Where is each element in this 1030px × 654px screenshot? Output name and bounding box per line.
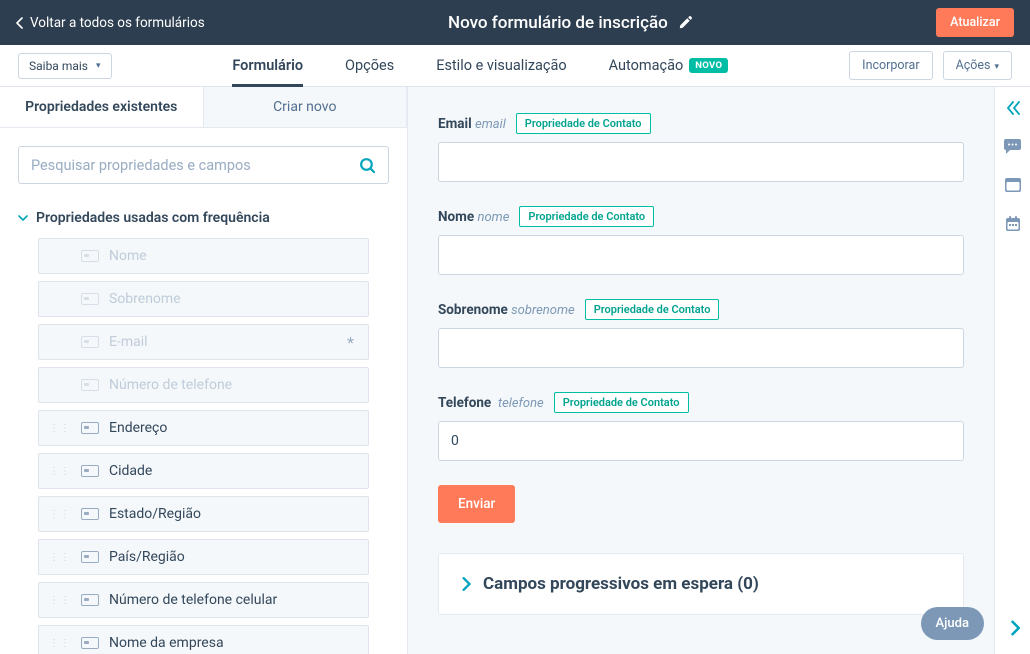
- tab-form[interactable]: Formulário: [232, 45, 303, 87]
- collapse-icon[interactable]: [1005, 101, 1021, 115]
- property-label: Nome da empresa: [109, 635, 224, 651]
- chevron-right-icon: [461, 577, 471, 591]
- back-label: Voltar a todos os formulários: [30, 15, 205, 31]
- property-label: Estado/Região: [109, 506, 201, 522]
- text-field-icon: [81, 250, 99, 262]
- learn-more-label: Saiba mais: [29, 59, 88, 73]
- firstname-input[interactable]: [438, 235, 964, 275]
- search-wrap: [0, 128, 407, 202]
- property-label: Nome: [109, 248, 147, 264]
- field-label: Nome nome: [438, 209, 509, 225]
- progressive-fields-panel[interactable]: Campos progressivos em espera (0): [438, 553, 964, 615]
- tab-existing-properties[interactable]: Propriedades existentes: [0, 87, 203, 128]
- property-item[interactable]: ⋮⋮ Nome da empresa: [38, 625, 369, 654]
- field-lastname: Sobrenome sobrenome Propriedade de Conta…: [438, 299, 964, 368]
- property-label: Número de telefone: [109, 377, 232, 393]
- chevron-left-icon: [16, 17, 24, 29]
- property-label: Número de telefone celular: [109, 592, 277, 608]
- property-label: Endereço: [109, 420, 167, 436]
- text-field-icon: [81, 336, 99, 348]
- contact-property-badge: Propriedade de Contato: [516, 113, 651, 134]
- chevron-right-icon[interactable]: [1010, 620, 1020, 636]
- tab-options[interactable]: Opções: [345, 45, 394, 87]
- text-field-icon: [81, 594, 99, 606]
- drag-handle-icon: ⋮⋮: [49, 426, 71, 431]
- novo-badge: NOVO: [689, 58, 728, 73]
- search-input[interactable]: [31, 157, 359, 174]
- tab-style[interactable]: Estilo e visualização: [436, 45, 566, 87]
- property-list: ⋮⋮ Nome ⋮⋮ Sobrenome ⋮⋮ E-mail ⋮⋮ Número de…: [0, 238, 407, 654]
- search-icon[interactable]: [359, 157, 376, 174]
- search-box: [18, 146, 389, 184]
- title-wrap: Novo formulário de inscrição: [205, 13, 936, 33]
- chevron-down-icon: [18, 213, 28, 223]
- section-frequently-used[interactable]: Propriedades usadas com frequência: [0, 202, 407, 238]
- calendar-icon[interactable]: [1005, 216, 1021, 232]
- lastname-input[interactable]: [438, 328, 964, 368]
- field-label: Email email: [438, 116, 506, 132]
- text-field-icon: [81, 379, 99, 391]
- text-field-icon: [81, 551, 99, 563]
- sub-tabs: Propriedades existentes Criar novo: [0, 87, 407, 128]
- pencil-icon[interactable]: [678, 15, 693, 30]
- drag-handle-icon: ⋮⋮: [49, 512, 71, 517]
- main-nav: Saiba mais ▾ Formulário Opções Estilo e …: [0, 45, 1030, 87]
- property-item[interactable]: ⋮⋮ Estado/Região: [38, 496, 369, 532]
- tab-automation[interactable]: Automação NOVO: [609, 45, 729, 87]
- property-item[interactable]: ⋮⋮ Endereço: [38, 410, 369, 446]
- text-field-icon: [81, 465, 99, 477]
- form-canvas: Email email Propriedade de Contato Nome …: [408, 87, 994, 654]
- app-header: Voltar a todos os formulários Novo formu…: [0, 0, 1030, 45]
- embed-button[interactable]: Incorporar: [849, 51, 932, 80]
- section-title: Propriedades usadas com frequência: [36, 210, 270, 226]
- main-tabs: Formulário Opções Estilo e visualização …: [112, 45, 850, 87]
- contact-property-badge: Propriedade de Contato: [585, 299, 720, 320]
- actions-dropdown[interactable]: Ações▾: [943, 51, 1012, 80]
- field-email: Email email Propriedade de Contato: [438, 113, 964, 182]
- phone-input[interactable]: [438, 421, 964, 461]
- page-title: Novo formulário de inscrição: [448, 13, 668, 33]
- help-button[interactable]: Ajuda: [921, 607, 984, 640]
- property-label: Sobrenome: [109, 291, 181, 307]
- tab-create-new[interactable]: Criar novo: [203, 87, 408, 128]
- contact-property-badge: Propriedade de Contato: [519, 206, 654, 227]
- learn-more-dropdown[interactable]: Saiba mais ▾: [18, 53, 112, 79]
- nav-right-actions: Incorporar Ações▾: [849, 51, 1012, 80]
- caret-down-icon: ▾: [96, 61, 101, 71]
- field-firstname: Nome nome Propriedade de Contato: [438, 206, 964, 275]
- property-item[interactable]: ⋮⋮ País/Região: [38, 539, 369, 575]
- property-label: E-mail: [109, 334, 148, 350]
- property-label: Cidade: [109, 463, 152, 479]
- chat-icon[interactable]: [1004, 139, 1021, 154]
- contact-property-badge: Propriedade de Contato: [554, 392, 689, 413]
- left-panel: Propriedades existentes Criar novo Propr…: [0, 87, 408, 654]
- caret-down-icon: ▾: [994, 62, 999, 72]
- email-input[interactable]: [438, 142, 964, 182]
- progressive-title: Campos progressivos em espera (0): [483, 574, 759, 594]
- field-phone: Telefone telefone Propriedade de Contato: [438, 392, 964, 461]
- right-rail: [994, 87, 1030, 654]
- property-item: ⋮⋮ Sobrenome: [38, 281, 369, 317]
- drag-handle-icon: ⋮⋮: [49, 469, 71, 474]
- property-label: País/Região: [109, 549, 185, 565]
- drag-handle-icon: ⋮⋮: [49, 598, 71, 603]
- submit-button[interactable]: Enviar: [438, 485, 515, 523]
- update-button[interactable]: Atualizar: [936, 8, 1014, 37]
- property-item[interactable]: ⋮⋮ Cidade: [38, 453, 369, 489]
- drag-handle-icon: ⋮⋮: [49, 555, 71, 560]
- field-label: Telefone telefone: [438, 395, 544, 411]
- property-item: ⋮⋮ E-mail: [38, 324, 369, 360]
- text-field-icon: [81, 508, 99, 520]
- window-icon[interactable]: [1005, 178, 1021, 192]
- text-field-icon: [81, 637, 99, 649]
- body-wrap: Propriedades existentes Criar novo Propr…: [0, 87, 1030, 654]
- back-link[interactable]: Voltar a todos os formulários: [16, 15, 205, 31]
- property-item: ⋮⋮ Número de telefone: [38, 367, 369, 403]
- text-field-icon: [81, 422, 99, 434]
- property-item[interactable]: ⋮⋮ Número de telefone celular: [38, 582, 369, 618]
- text-field-icon: [81, 293, 99, 305]
- property-item: ⋮⋮ Nome: [38, 238, 369, 274]
- field-label: Sobrenome sobrenome: [438, 302, 575, 318]
- drag-handle-icon: ⋮⋮: [49, 641, 71, 646]
